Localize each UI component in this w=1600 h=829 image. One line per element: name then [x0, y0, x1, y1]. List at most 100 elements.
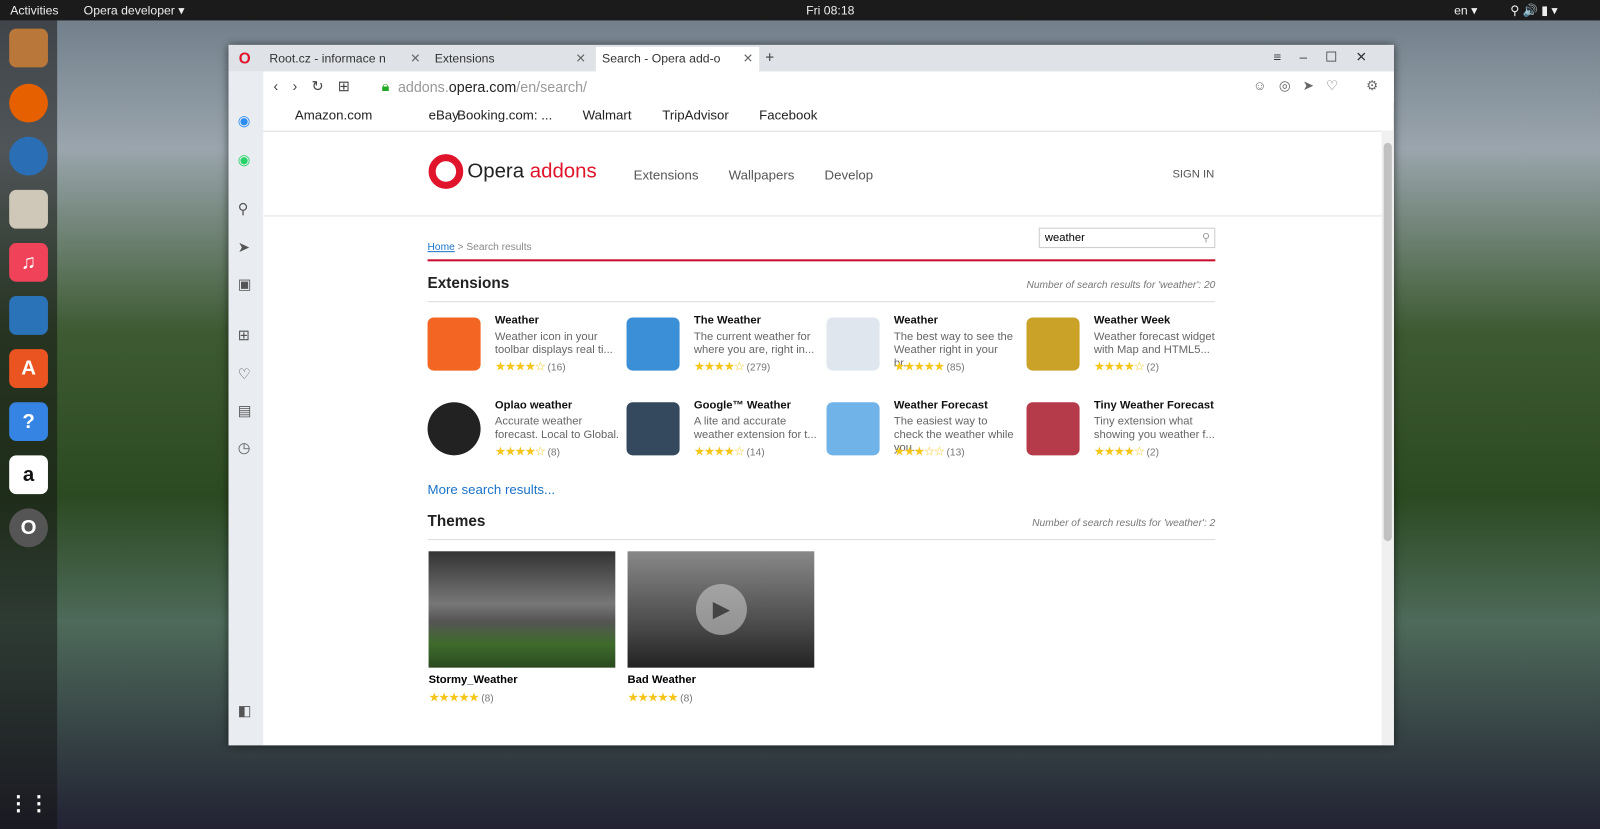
extension-icon[interactable] [826, 402, 880, 456]
dock: ♫ A ? a O ⋮⋮ [0, 20, 58, 829]
theme-rating: ★★★★★ (8) [627, 690, 693, 705]
extension-rating: ★★★★☆ (16) [494, 359, 566, 374]
divider [427, 539, 1216, 541]
bookmarks-bar: Amazon.com eBay Booking.com: ... Walmart… [263, 102, 1394, 129]
close-icon[interactable]: ✕ [410, 51, 420, 65]
extension-rating: ★★★★☆ (14) [693, 444, 765, 459]
new-tab-button[interactable]: + [765, 49, 774, 66]
installer-icon[interactable] [9, 28, 48, 68]
scrollbar[interactable] [1381, 130, 1394, 746]
bookmark-walmart[interactable]: Walmart [583, 107, 632, 122]
tab-root[interactable]: Root.cz - informace n ✕ [263, 47, 426, 72]
extension-rating: ★★★☆☆ (13) [893, 444, 965, 459]
extension-title[interactable]: Weather Week [1094, 314, 1170, 326]
system-tray-icons[interactable]: ⚲ 🔊 ▮ ▾ [1510, 3, 1557, 17]
extension-icon[interactable] [427, 317, 481, 371]
window-controls[interactable]: ≡–☐✕ [1273, 49, 1385, 65]
show-apps-icon[interactable]: ⋮⋮ [8, 784, 49, 823]
language-indicator[interactable]: en ▾ [1454, 3, 1477, 17]
nav-extensions[interactable]: Extensions [634, 167, 699, 182]
tab-search[interactable]: Search - Opera add-o ✕ [595, 46, 760, 72]
play-icon[interactable]: ▶ [695, 583, 747, 635]
bookmark-facebook[interactable]: Facebook [759, 107, 817, 122]
bookmark-booking[interactable]: Booking.com: ... [457, 107, 552, 122]
opera-logo-icon [428, 154, 464, 189]
extension-icon[interactable] [427, 402, 481, 456]
sidebar-toggle-icon[interactable]: ◧ [238, 702, 252, 719]
extension-icon[interactable] [1026, 317, 1080, 371]
extension-description: Weather icon in your toolbar displays re… [494, 330, 613, 357]
extensions-count: Number of search results for 'weather': … [1026, 279, 1216, 291]
opera-menu-icon[interactable]: O [239, 50, 251, 67]
send-icon[interactable]: ➤ [238, 239, 250, 256]
theme-thumbnail-stormy[interactable] [428, 551, 616, 668]
extension-rating: ★★★★☆ (2) [1093, 359, 1159, 374]
themes-count: Number of search results for 'weather': … [1032, 517, 1216, 529]
extension-description: Accurate weather forecast. Local to Glob… [494, 415, 620, 442]
site-logo[interactable]: Opera addons [467, 160, 596, 183]
extension-icon[interactable] [1026, 402, 1080, 456]
scrollbar-thumb[interactable] [1383, 142, 1392, 542]
nav-wallpapers[interactable]: Wallpapers [729, 167, 795, 182]
writer-icon[interactable] [9, 296, 48, 335]
activities-button[interactable]: Activities [10, 3, 58, 17]
speed-dial-icon[interactable]: ⊞ [238, 327, 250, 344]
more-results-link[interactable]: More search results... [428, 482, 556, 497]
software-center-icon[interactable]: A [9, 349, 48, 388]
extension-title[interactable]: Google™ Weather [694, 399, 791, 411]
extension-title[interactable]: Weather [894, 314, 938, 326]
red-divider [427, 259, 1216, 262]
extension-title[interactable]: Oplao weather [495, 399, 572, 411]
extension-title[interactable]: Weather [495, 314, 539, 326]
music-icon[interactable]: ♫ [9, 242, 48, 282]
sidebar: ◉ ◉ ⚲ ➤ ▣ ⊞ ♡ ▤ ◷ ◧ [228, 71, 264, 746]
thunderbird-icon[interactable] [9, 136, 48, 176]
nav-develop[interactable]: Develop [824, 167, 873, 182]
tab-extensions[interactable]: Extensions ✕ [429, 47, 592, 72]
extension-icon[interactable] [626, 402, 680, 456]
extension-title[interactable]: The Weather [694, 314, 761, 326]
search-icon[interactable]: ⚲ [238, 200, 248, 217]
nav-buttons[interactable]: ‹›↻⊞ [273, 78, 364, 95]
extension-description: The current weather for where you are, r… [693, 330, 815, 357]
bookmark-ebay[interactable]: eBay [429, 107, 459, 122]
close-icon[interactable]: ✕ [575, 51, 585, 65]
help-icon[interactable]: ? [9, 402, 48, 442]
lock-icon: 🔒︎ [381, 77, 390, 94]
close-icon[interactable]: ✕ [743, 51, 753, 65]
tab-label: Root.cz - informace n [269, 51, 386, 66]
firefox-icon[interactable] [9, 83, 48, 123]
theme-thumbnail-bad-weather[interactable]: ▶ [627, 551, 815, 668]
browser-window: O Root.cz - informace n ✕ Extensions ✕ Sea… [228, 44, 1394, 746]
clock[interactable]: Fri 08:18 [806, 3, 854, 17]
bookmark-amazon[interactable]: Amazon.com [295, 107, 372, 122]
extension-rating: ★★★★☆ (8) [494, 444, 561, 459]
search-input[interactable]: weather ⚲ [1038, 227, 1216, 249]
files-icon[interactable] [9, 189, 48, 229]
bookmark-tripadvisor[interactable]: TripAdvisor [662, 107, 729, 122]
extension-rating: ★★★★★ (85) [893, 359, 965, 374]
opera-icon[interactable]: O [9, 508, 48, 548]
news-icon[interactable]: ▤ [238, 402, 252, 419]
url-field[interactable]: addons.opera.com/en/search/ [398, 79, 587, 95]
page-content: Opera addons Extensions Wallpapers Devel… [263, 130, 1382, 746]
extension-icon[interactable] [826, 317, 880, 371]
address-actions[interactable]: ☺◎➤♡ ⚙ [1253, 78, 1390, 94]
whatsapp-icon[interactable]: ◉ [238, 151, 250, 168]
sign-in-link[interactable]: SIGN IN [1172, 168, 1214, 180]
theme-title[interactable]: Stormy_Weather [429, 674, 518, 686]
theme-title[interactable]: Bad Weather [628, 674, 696, 686]
extension-icon[interactable] [626, 317, 680, 371]
amazon-icon[interactable]: a [9, 455, 48, 495]
app-menu[interactable]: Opera developer ▾ [84, 3, 185, 17]
heart-icon[interactable]: ♡ [238, 365, 251, 382]
wallet-icon[interactable]: ▣ [238, 276, 252, 293]
messenger-icon[interactable]: ◉ [238, 112, 250, 129]
search-icon[interactable]: ⚲ [1202, 231, 1210, 244]
extension-title[interactable]: Weather Forecast [894, 399, 988, 411]
history-icon[interactable]: ◷ [238, 439, 250, 456]
extension-description: Tiny extension what showing you weather … [1093, 415, 1215, 442]
extension-title[interactable]: Tiny Weather Forecast [1094, 399, 1214, 411]
divider [427, 301, 1216, 303]
breadcrumb-home[interactable]: Home [428, 242, 455, 253]
